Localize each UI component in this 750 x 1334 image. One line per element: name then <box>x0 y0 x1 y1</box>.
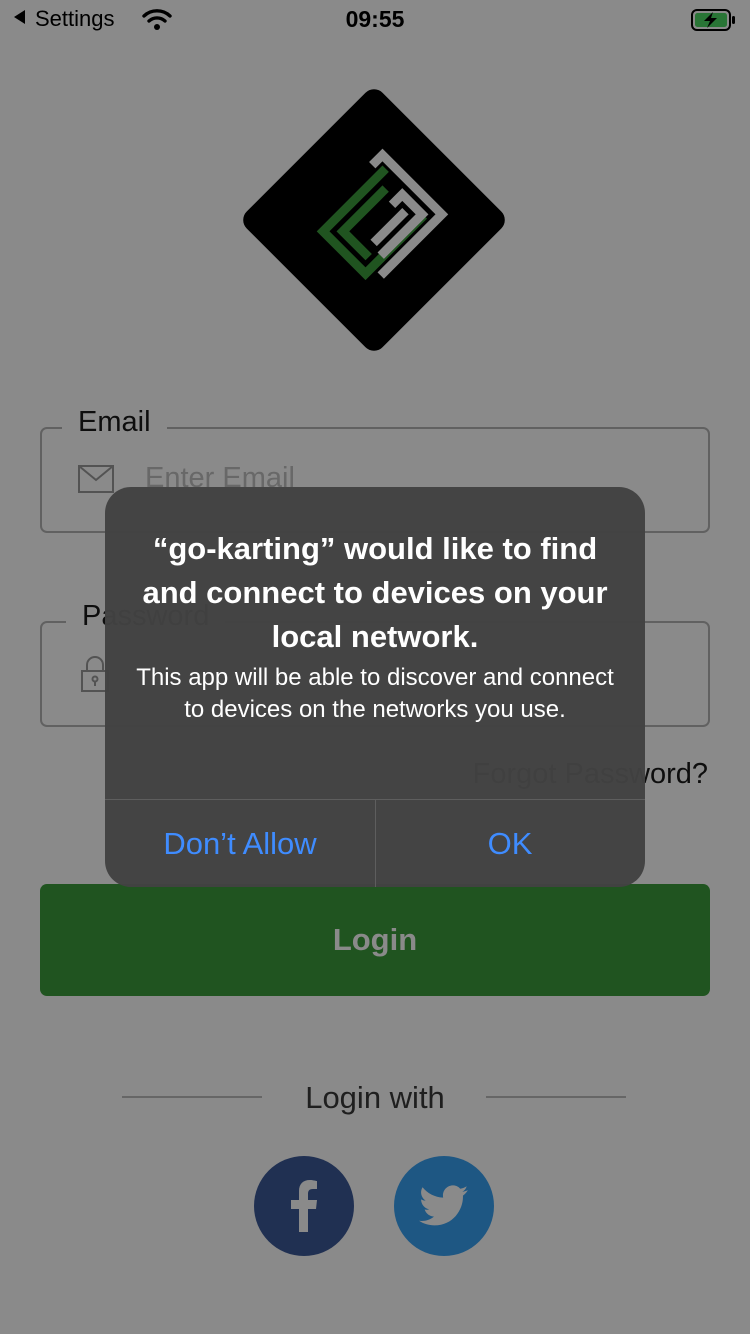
dont-allow-button[interactable]: Don’t Allow <box>105 800 375 887</box>
local-network-permission-alert: “go-karting” would like to find and conn… <box>105 487 645 887</box>
alert-message: This app will be able to discover and co… <box>136 664 614 723</box>
alert-title: “go-karting” would like to find and conn… <box>142 531 608 654</box>
ok-button[interactable]: OK <box>375 800 645 887</box>
